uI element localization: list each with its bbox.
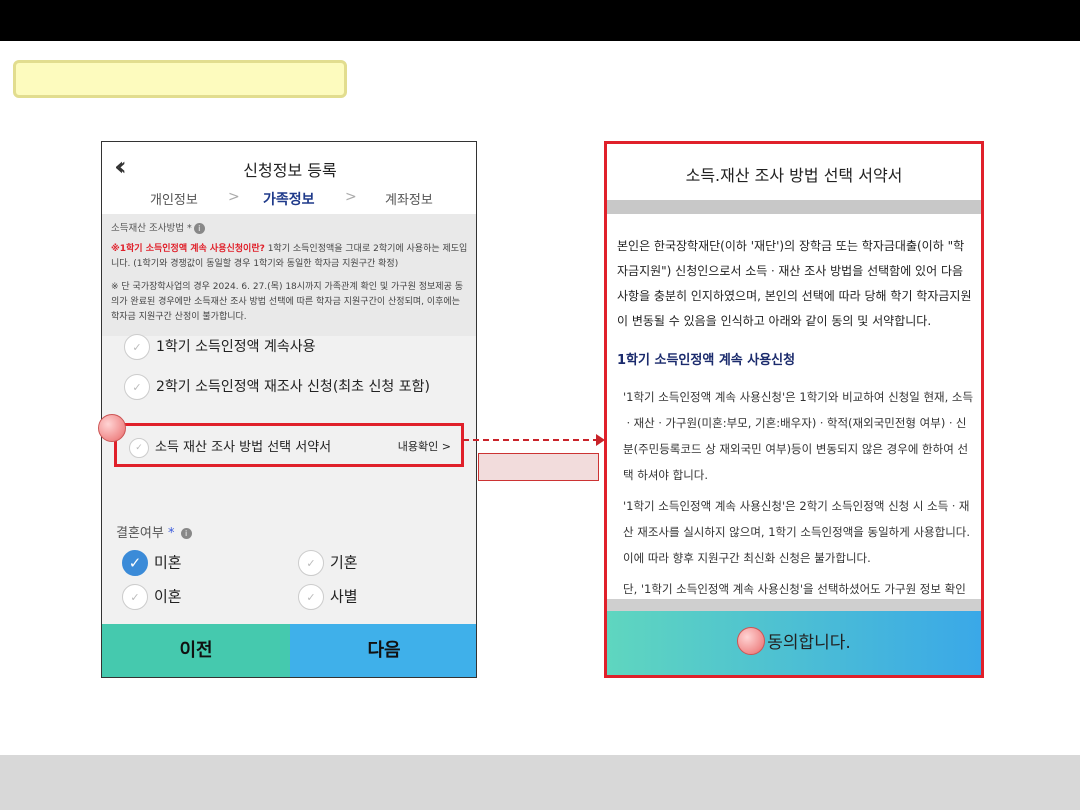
top-black-bar: [0, 0, 1080, 41]
option-keep-first-semester-income[interactable]: ✓ 1학기 소득인정액 계속사용: [124, 334, 316, 360]
document-intro: 본인은 한국장학재단(이하 '재단')의 장학금 또는 학자금대출(이하 "학자…: [617, 239, 972, 328]
click-marker: [737, 627, 766, 655]
step-family-info: 가족정보: [263, 192, 315, 208]
radio-check-icon[interactable]: ✓: [129, 437, 149, 458]
document-paragraph: '1학기 소득인정액 계속 사용신청'은 2학기 소득인정액 신청 시 소득ㆍ재…: [623, 499, 971, 565]
info-icon[interactable]: i: [180, 528, 192, 539]
divider-band: [607, 599, 981, 611]
radio-check-icon[interactable]: ✓: [122, 584, 148, 610]
radio-check-icon[interactable]: ✓: [298, 584, 324, 610]
step-personal-info: 개인정보: [150, 193, 198, 208]
phone-screen-application-info: ‹‹ 신청정보 등록 개인정보 > 가족정보 > 계좌정보 소득재산 조사방법 …: [101, 141, 477, 678]
view-content-link[interactable]: 내용확인 >: [398, 438, 451, 454]
notice-paragraph-2: ※ 단 국가장학사업의 경우 2024. 6. 27.(목) 18시까지 가족관…: [111, 282, 463, 322]
agree-button[interactable]: 동의합니다.: [607, 611, 981, 675]
info-icon[interactable]: i: [193, 223, 205, 234]
highlight-rectangle: [478, 453, 599, 481]
document-scroll-content[interactable]: '1학기 소득인정액 계속 사용신청'은 1학기와 비교하여 신청일 현재, 소…: [623, 384, 977, 599]
marital-option-widowed[interactable]: ✓ 사별: [298, 584, 358, 610]
marital-status-label: 결혼여부 * i: [116, 522, 192, 541]
slide-title-box: [13, 60, 347, 98]
click-marker: [98, 414, 126, 442]
radio-check-icon[interactable]: ✓: [124, 374, 150, 400]
document-paragraph: '1학기 소득인정액 계속 사용신청'은 1학기와 비교하여 신청일 현재, 소…: [623, 390, 974, 482]
bottom-grey-bar: [0, 755, 1080, 810]
agreement-document-panel: 소득.재산 조사 방법 선택 서약서 본인은 한국장학재단(이하 '재단')의 …: [604, 141, 984, 678]
marital-option-single[interactable]: ✓ 미혼: [122, 550, 182, 576]
chevron-right-icon: >: [228, 189, 240, 205]
radio-check-icon[interactable]: ✓: [124, 334, 150, 360]
divider-band: [607, 200, 981, 214]
step-account-info: 계좌정보: [385, 193, 433, 208]
notice-paragraph-1: ※1학기 소득인정액 계속 사용신청이란? 1학기 소득인정액을 그대로 2학기…: [111, 244, 468, 269]
income-survey-notice: 소득재산 조사방법 * i ※1학기 소득인정액 계속 사용신청이란? 1학기 소…: [102, 214, 476, 336]
marital-option-divorced[interactable]: ✓ 이혼: [122, 584, 182, 610]
prev-button[interactable]: 이전: [102, 624, 290, 677]
agreement-row[interactable]: ✓ 소득 재산 조사 방법 선택 서약서 내용확인 >: [114, 423, 464, 467]
checked-icon[interactable]: ✓: [122, 550, 148, 576]
agreement-label: 소득 재산 조사 방법 선택 서약서: [155, 440, 332, 455]
next-button[interactable]: 다음: [290, 624, 476, 677]
step-indicator: 개인정보 > 가족정보 > 계좌정보: [102, 189, 476, 213]
option-resurvey-second-semester[interactable]: ✓ 2학기 소득인정액 재조사 신청(최초 신청 포함): [124, 374, 430, 400]
income-survey-label: 소득재산 조사방법 * i: [111, 220, 205, 234]
radio-check-icon[interactable]: ✓: [298, 550, 324, 576]
document-subtitle: 1학기 소득인정액 계속 사용신청: [617, 353, 796, 368]
page-title: 신청정보 등록: [243, 161, 337, 180]
chevron-right-icon: >: [345, 189, 357, 205]
document-title: 소득.재산 조사 방법 선택 서약서: [685, 166, 903, 185]
connector-dashed-line: [463, 439, 599, 441]
document-paragraph: 단, '1학기 소득인정액 계속 사용신청'을 선택하셨어도 가구원 정보 확인…: [623, 582, 966, 596]
marital-option-married[interactable]: ✓ 기혼: [298, 550, 358, 576]
